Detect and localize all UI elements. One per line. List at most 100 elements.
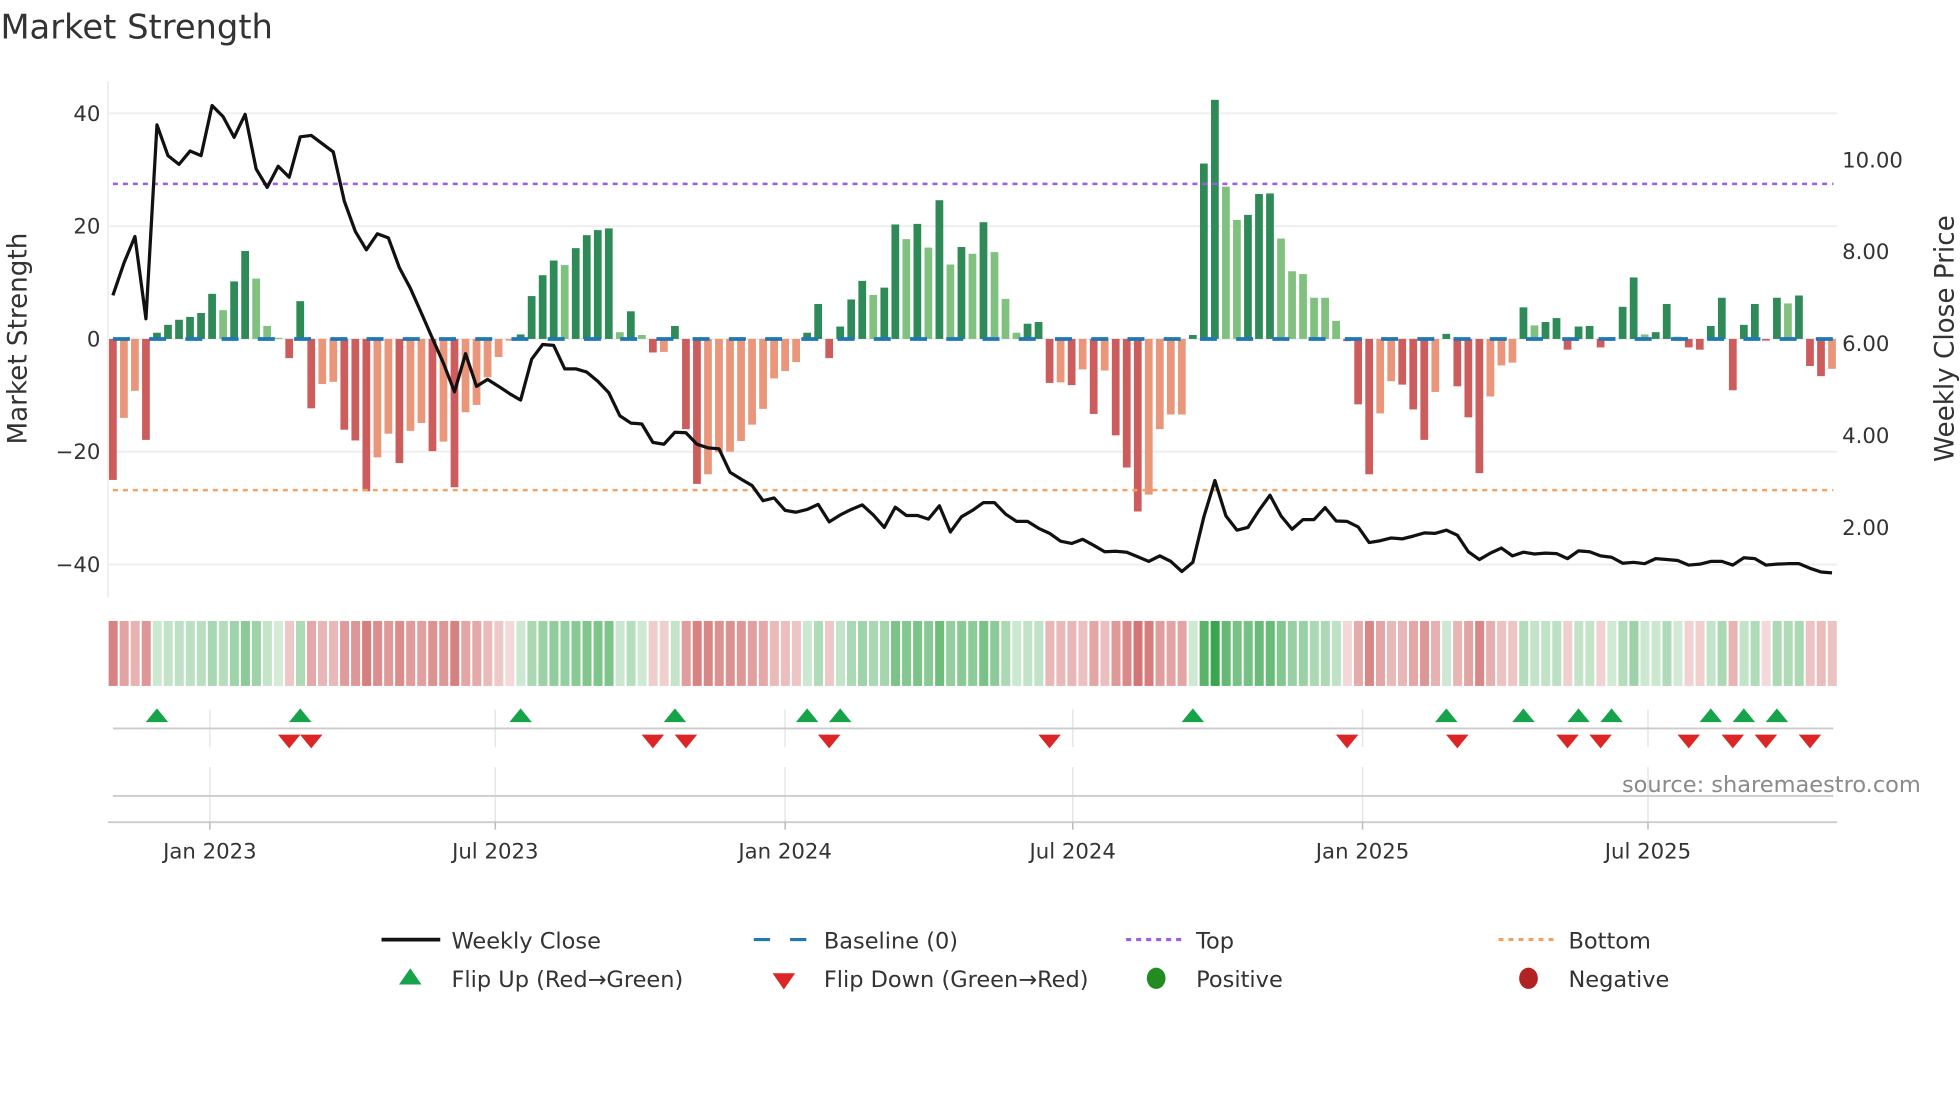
legend-item-bottom[interactable]: Bottom [1498, 928, 1651, 954]
strength-bar [935, 200, 944, 339]
strength-bar [285, 338, 294, 359]
strength-cell [571, 620, 581, 686]
strength-cell [1210, 620, 1220, 686]
legend-item-top[interactable]: Top [1126, 928, 1234, 954]
strength-bar [1321, 297, 1329, 339]
strength-cell [163, 620, 173, 686]
strength-bar [1078, 338, 1087, 370]
strength-cell [1001, 620, 1011, 686]
strength-cell [1034, 620, 1044, 686]
strength-bar [1828, 338, 1836, 369]
strength-cell [869, 620, 879, 686]
y-tick-label: 0 [87, 327, 101, 352]
strength-cell [1783, 620, 1793, 686]
strength-cell [703, 620, 713, 686]
strength-bar [990, 252, 999, 339]
strength-bar [957, 247, 966, 339]
legend-item-negative[interactable]: Negative [1519, 967, 1669, 993]
strength-bar [1618, 306, 1627, 339]
legend-item-flip-up[interactable]: Flip Up (Red→Green) [399, 967, 683, 993]
y2-tick-label: 8.00 [1842, 240, 1889, 265]
strength-bar [1585, 325, 1594, 339]
strength-cell [1728, 620, 1738, 686]
strength-bar [1332, 320, 1340, 339]
strength-bar [693, 338, 701, 484]
strength-cell [593, 620, 603, 686]
strength-cell [284, 620, 294, 686]
strength-cell [692, 620, 702, 686]
strength-cell [307, 620, 317, 686]
strength-cell [152, 620, 162, 686]
strength-cell [141, 620, 151, 686]
strength-cell [505, 620, 515, 686]
strength-cell [1331, 620, 1341, 686]
strength-bar [109, 338, 117, 480]
strength-bar [1188, 334, 1197, 339]
strength-bar [1662, 303, 1671, 339]
legend-item-weekly-close[interactable]: Weekly Close [381, 928, 601, 954]
strength-cell [1298, 620, 1308, 686]
strength-bar [825, 338, 834, 359]
flip-up-marker [1512, 708, 1535, 723]
strength-bar [175, 319, 183, 339]
strength-cell [1486, 620, 1496, 686]
legend-label: Bottom [1568, 928, 1650, 954]
strength-cell [858, 620, 868, 686]
strength-cell [681, 620, 691, 686]
flip-down-marker [1677, 734, 1700, 749]
time-gridlines [209, 709, 1649, 823]
strength-bar [340, 338, 349, 430]
strength-cell [1023, 620, 1033, 686]
flip-down-marker [641, 734, 665, 749]
strength-bar [1266, 193, 1274, 339]
strength-cell [174, 620, 184, 686]
strength-cell [406, 620, 416, 686]
strength-bar [1773, 297, 1781, 339]
strength-bar [1133, 338, 1142, 512]
strength-cell [428, 620, 438, 686]
y-tick-label: −40 [56, 553, 101, 578]
strength-cell [1629, 620, 1639, 686]
strength-bar [1552, 318, 1561, 339]
strength-cell [1816, 620, 1826, 686]
strength-cell [1386, 620, 1396, 686]
strength-cell [769, 620, 779, 686]
strength-bar [1629, 277, 1638, 339]
y2-tick-label: 6.00 [1842, 332, 1889, 357]
strength-bar [1211, 99, 1219, 339]
legend-item-flip-down[interactable]: Flip Down (Green→Red) [772, 967, 1089, 993]
strength-cell [1497, 620, 1507, 686]
flip-up-marker [1181, 708, 1205, 723]
strength-bar [1475, 338, 1484, 474]
strength-bar [186, 316, 194, 339]
strength-cell [1045, 620, 1055, 686]
strength-bar [1530, 325, 1539, 339]
flip-down-marker [674, 734, 698, 749]
right-axis-ticks: 10.00 8.00 6.00 4.00 2.00 [1842, 148, 1903, 541]
strength-bar [373, 338, 382, 458]
strength-bar [869, 294, 878, 339]
flip-down-marker [1335, 734, 1359, 749]
strength-cell [1442, 620, 1452, 686]
strength-cell [1596, 620, 1606, 686]
flip-down-marker [1798, 734, 1822, 749]
flip-up-marker [1600, 708, 1623, 723]
strength-bar [549, 260, 558, 339]
strength-cell [1144, 620, 1154, 686]
strength-bar [1365, 338, 1374, 475]
strength-cell [1320, 620, 1330, 686]
strength-bar [1067, 338, 1076, 386]
strength-bar [571, 248, 580, 339]
flip-down-marker [300, 734, 323, 749]
flip-up-marker [1435, 708, 1458, 723]
strength-cell [670, 620, 680, 686]
x-tick-label: Jan 2025 [1314, 839, 1410, 864]
strength-bar [494, 338, 503, 357]
strength-bar [1222, 186, 1230, 339]
strength-cell [835, 620, 845, 686]
legend-item-baseline[interactable]: Baseline (0) [753, 928, 958, 954]
strength-cell [1585, 620, 1595, 686]
strength-bar [660, 338, 668, 352]
strength-bar [814, 303, 823, 339]
legend-item-positive[interactable]: Positive [1146, 967, 1283, 993]
